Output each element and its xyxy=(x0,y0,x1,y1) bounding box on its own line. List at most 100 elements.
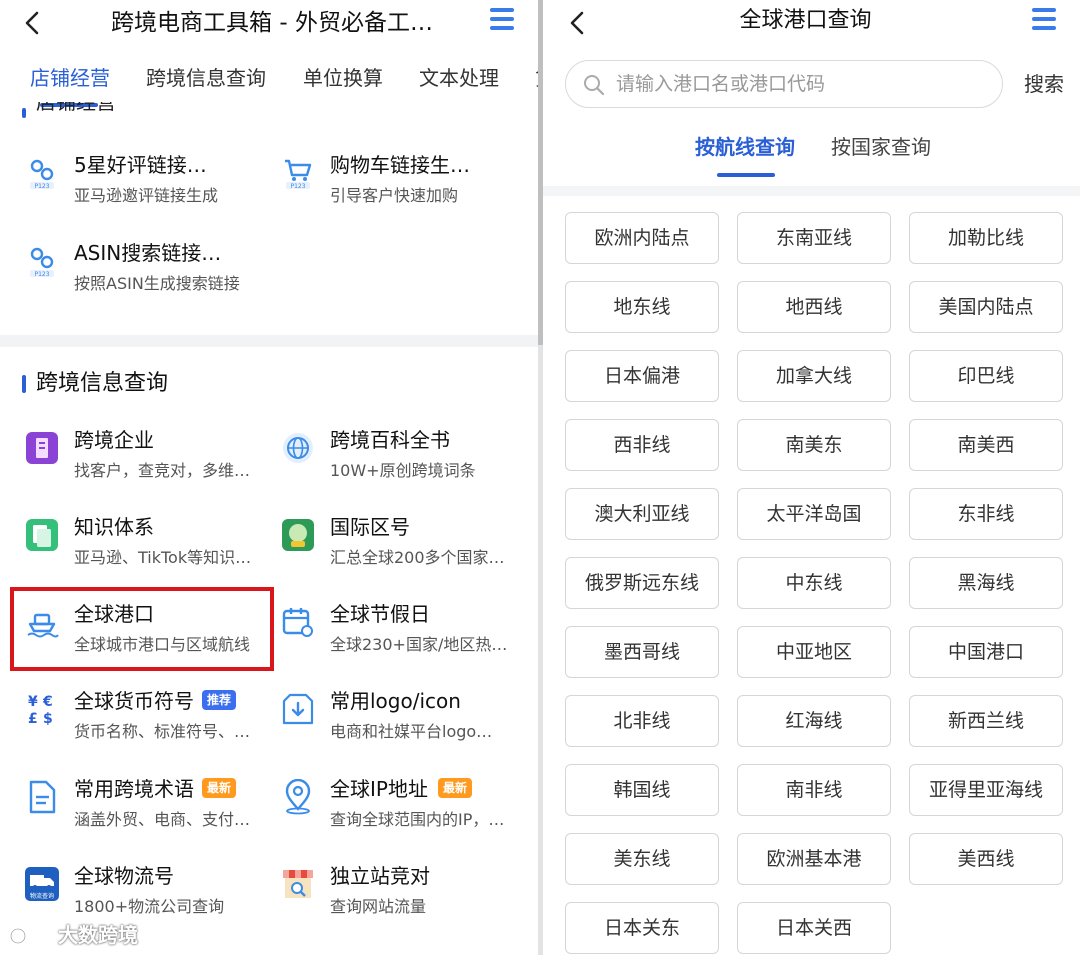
tool-item-cart-link[interactable]: P123 购物车链接生… 引导客户快速加购 xyxy=(280,151,530,221)
route-button[interactable]: 东南亚线 xyxy=(737,212,891,264)
tool-item-5star-review[interactable]: P123 5星好评链接… 亚马逊邀评链接生成 xyxy=(24,151,274,221)
route-button[interactable]: 欧洲内陆点 xyxy=(565,212,719,264)
route-button[interactable]: 东非线 xyxy=(909,488,1063,540)
tool-desc: 全球230+国家/地区热… xyxy=(330,635,508,654)
route-button[interactable]: 南美东 xyxy=(737,419,891,471)
route-button[interactable]: 黑海线 xyxy=(909,557,1063,609)
location-icon xyxy=(285,779,311,815)
search-input[interactable] xyxy=(616,69,986,99)
page-title: 跨境电商工具箱 - 外贸必备工… xyxy=(111,10,433,36)
route-button[interactable]: 俄罗斯远东线 xyxy=(565,557,719,609)
tool-item-knowledge[interactable]: 知识体系 亚马逊、TikTok等知识… xyxy=(24,513,274,583)
tool-name: 常用logo/icon xyxy=(330,689,461,713)
phone-code-icon xyxy=(282,519,314,551)
tool-name: 全球物流号 xyxy=(74,864,174,888)
tool-name: 全球节假日 xyxy=(330,602,430,626)
back-arrow-icon[interactable] xyxy=(18,8,48,38)
route-button[interactable]: 日本关西 xyxy=(737,902,891,954)
route-button[interactable]: 西非线 xyxy=(565,419,719,471)
icon-caption: P123 xyxy=(34,271,49,278)
truck-icon: 物流查询 xyxy=(25,867,59,901)
route-button[interactable]: 日本偏港 xyxy=(565,350,719,402)
route-button[interactable]: 北非线 xyxy=(565,695,719,747)
route-button[interactable]: 红海线 xyxy=(737,695,891,747)
menu-icon[interactable] xyxy=(490,8,514,30)
link-icon: P123 xyxy=(30,159,54,190)
route-button[interactable]: 中东线 xyxy=(737,557,891,609)
route-button[interactable]: 日本关东 xyxy=(565,902,719,954)
tab-unit-conversion[interactable]: 单位换算 xyxy=(303,64,383,92)
back-arrow-icon[interactable] xyxy=(563,8,593,38)
search-box[interactable] xyxy=(565,60,1003,108)
section-marker xyxy=(22,375,26,393)
tool-item-asin-search[interactable]: P123 ASIN搜索链接… 按照ASIN生成搜索链接 xyxy=(24,239,274,309)
tool-name: 常用跨境术语 xyxy=(74,777,194,801)
tool-name: 5星好评链接… xyxy=(74,153,207,177)
tool-desc: 1800+物流公司查询 xyxy=(74,897,225,916)
route-button[interactable]: 加勒比线 xyxy=(909,212,1063,264)
svg-text:£: £ xyxy=(28,711,38,727)
svg-text:$: $ xyxy=(43,711,53,727)
route-button[interactable]: 中国港口 xyxy=(909,626,1063,678)
tab-cross-border-info[interactable]: 跨境信息查询 xyxy=(146,64,266,92)
cart-link-icon: P123 xyxy=(285,159,312,190)
route-button[interactable]: 美西线 xyxy=(909,833,1063,885)
link-icon: P123 xyxy=(30,247,54,278)
recommend-badge: 推荐 xyxy=(202,690,237,710)
tool-item-enterprise[interactable]: 跨境企业 找客户，查竞对，多维… xyxy=(24,426,274,496)
route-button[interactable]: 墨西哥线 xyxy=(565,626,719,678)
route-button[interactable]: 南美西 xyxy=(909,419,1063,471)
route-button[interactable]: 亚得里亚海线 xyxy=(909,764,1063,816)
route-button[interactable]: 地东线 xyxy=(565,281,719,333)
tab-by-route[interactable]: 按航线查询 xyxy=(695,133,795,161)
right-panel: 全球港口查询 搜索 按航线查询 按国家查询 欧洲内陆点东南亚线加勒比线地东线地西… xyxy=(543,0,1080,955)
left-header: 跨境电商工具箱 - 外贸必备工… xyxy=(0,0,538,48)
tool-item-terms[interactable]: 常用跨境术语 最新 涵盖外贸、电商、支付… xyxy=(24,775,274,845)
tool-desc: 汇总全球200多个国家… xyxy=(330,548,505,567)
tool-desc: 亚马逊、TikTok等知识… xyxy=(74,548,252,567)
tool-desc: 查询网站流量 xyxy=(330,897,427,916)
route-button[interactable]: 欧洲基本港 xyxy=(737,833,891,885)
icon-caption: 物流查询 xyxy=(30,892,54,900)
tool-desc: 货币名称、标准符号、… xyxy=(74,722,251,741)
section-title: 跨境信息查询 xyxy=(36,371,169,396)
route-button[interactable]: 新西兰线 xyxy=(909,695,1063,747)
tab-text-processing[interactable]: 文本处理 xyxy=(419,64,499,92)
route-button[interactable]: 美国内陆点 xyxy=(909,281,1063,333)
tool-item-competitor[interactable]: 独立站竞对 查询网站流量 xyxy=(280,862,530,932)
tool-item-holidays[interactable]: 全球节假日 全球230+国家/地区热… xyxy=(280,600,530,670)
watermark-text: 大数跨境 xyxy=(58,923,138,947)
tool-item-phone-code[interactable]: 国际区号 汇总全球200多个国家… xyxy=(280,513,530,583)
route-button[interactable]: 美东线 xyxy=(565,833,719,885)
search-button[interactable]: 搜索 xyxy=(1024,70,1064,98)
route-button[interactable]: 太平洋岛国 xyxy=(737,488,891,540)
tool-name: 全球IP地址 xyxy=(330,777,428,801)
tool-name: 独立站竞对 xyxy=(330,864,430,888)
section-separator xyxy=(543,186,1080,196)
left-panel: 跨境电商工具箱 - 外贸必备工… 店铺经营 跨境信息查询 单位换算 文本处理 货… xyxy=(0,0,538,955)
tab-store-ops[interactable]: 店铺经营 xyxy=(30,64,110,92)
svg-text:¥: ¥ xyxy=(28,694,38,710)
download-icon xyxy=(282,693,314,725)
route-button[interactable]: 韩国线 xyxy=(565,764,719,816)
route-button[interactable]: 澳大利亚线 xyxy=(565,488,719,540)
tool-item-encyclopedia[interactable]: 跨境百科全书 10W+原创跨境词条 xyxy=(280,426,530,496)
tool-name: 购物车链接生… xyxy=(330,153,470,177)
knowledge-icon xyxy=(26,519,58,551)
currency-icon: ¥ € £ $ xyxy=(28,694,53,727)
menu-icon[interactable] xyxy=(1032,8,1056,30)
tool-item-ip-address[interactable]: 全球IP地址 最新 查询全球范围内的IP，… xyxy=(280,775,530,845)
route-button[interactable]: 南非线 xyxy=(737,764,891,816)
route-button[interactable]: 中亚地区 xyxy=(737,626,891,678)
tool-item-currency[interactable]: ¥ € £ $ 全球货币符号 推荐 货币名称、标准符号、… xyxy=(24,687,274,757)
tab-by-country[interactable]: 按国家查询 xyxy=(831,133,931,161)
section-title-cut: 店铺经营 xyxy=(36,102,146,116)
new-badge: 最新 xyxy=(438,778,473,798)
highlight-box xyxy=(10,587,274,671)
route-button[interactable]: 地西线 xyxy=(737,281,891,333)
tool-desc: 电商和社媒平台logo… xyxy=(330,722,493,741)
route-button[interactable]: 印巴线 xyxy=(909,350,1063,402)
tool-item-logo-icon[interactable]: 常用logo/icon 电商和社媒平台logo… xyxy=(280,687,530,757)
route-button[interactable]: 加拿大线 xyxy=(737,350,891,402)
calendar-icon xyxy=(282,608,313,637)
